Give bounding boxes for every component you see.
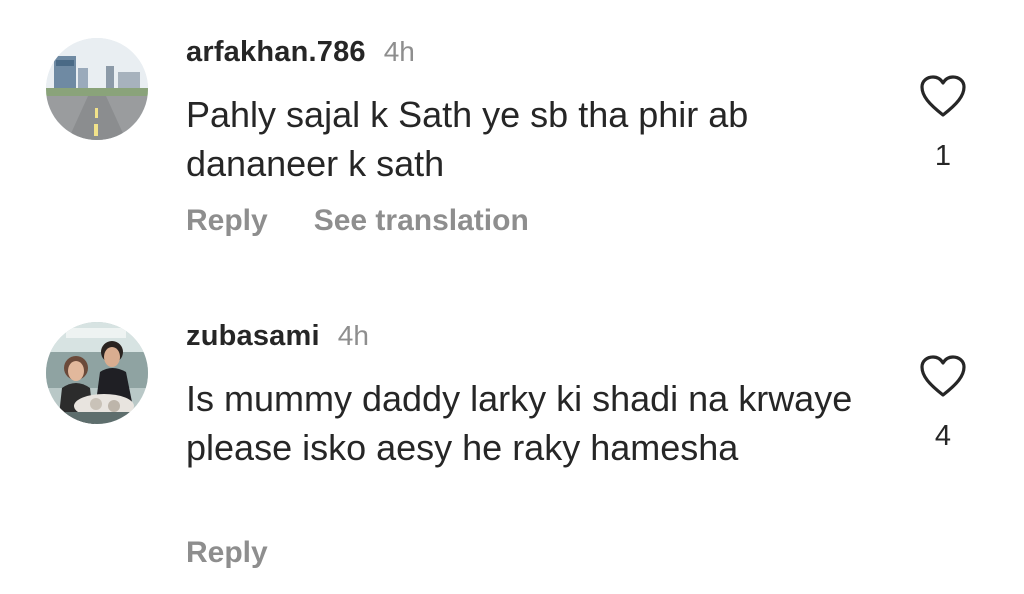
comment-header: zubasami 4h bbox=[186, 320, 369, 353]
avatar-road-city-photo-icon bbox=[46, 38, 148, 140]
avatar[interactable] bbox=[46, 38, 148, 140]
like-count: 1 bbox=[934, 140, 952, 172]
comment-actions: Reply See translation bbox=[186, 204, 529, 238]
avatar-couple-photo-icon bbox=[46, 322, 148, 424]
reply-button[interactable]: Reply bbox=[186, 204, 268, 238]
username[interactable]: zubasami bbox=[186, 320, 320, 353]
timestamp: 4h bbox=[337, 320, 369, 351]
comment-actions: Reply bbox=[186, 536, 268, 570]
like-control: 4 bbox=[912, 354, 974, 453]
comment-text: Is mummy daddy larky ki shadi na krwaye … bbox=[186, 378, 853, 468]
comment-item: arfakhan.786 4h Pahly sajal k Sath ye sb… bbox=[0, 0, 1024, 290]
heart-outline-icon[interactable] bbox=[919, 74, 967, 118]
reply-button[interactable]: Reply bbox=[186, 536, 268, 570]
comment-item: zubasami 4h Is mummy daddy larky ki shad… bbox=[0, 290, 1024, 594]
like-control: 1 bbox=[912, 74, 974, 173]
comment-text: Pahly sajal k Sath ye sb tha phir ab dan… bbox=[186, 94, 749, 184]
see-translation-button[interactable]: See translation bbox=[314, 204, 529, 238]
heart-outline-icon[interactable] bbox=[919, 354, 967, 398]
comment-header: arfakhan.786 4h bbox=[186, 36, 415, 69]
like-count: 4 bbox=[934, 420, 952, 452]
timestamp: 4h bbox=[383, 36, 415, 67]
avatar[interactable] bbox=[46, 322, 148, 424]
username[interactable]: arfakhan.786 bbox=[186, 36, 366, 69]
